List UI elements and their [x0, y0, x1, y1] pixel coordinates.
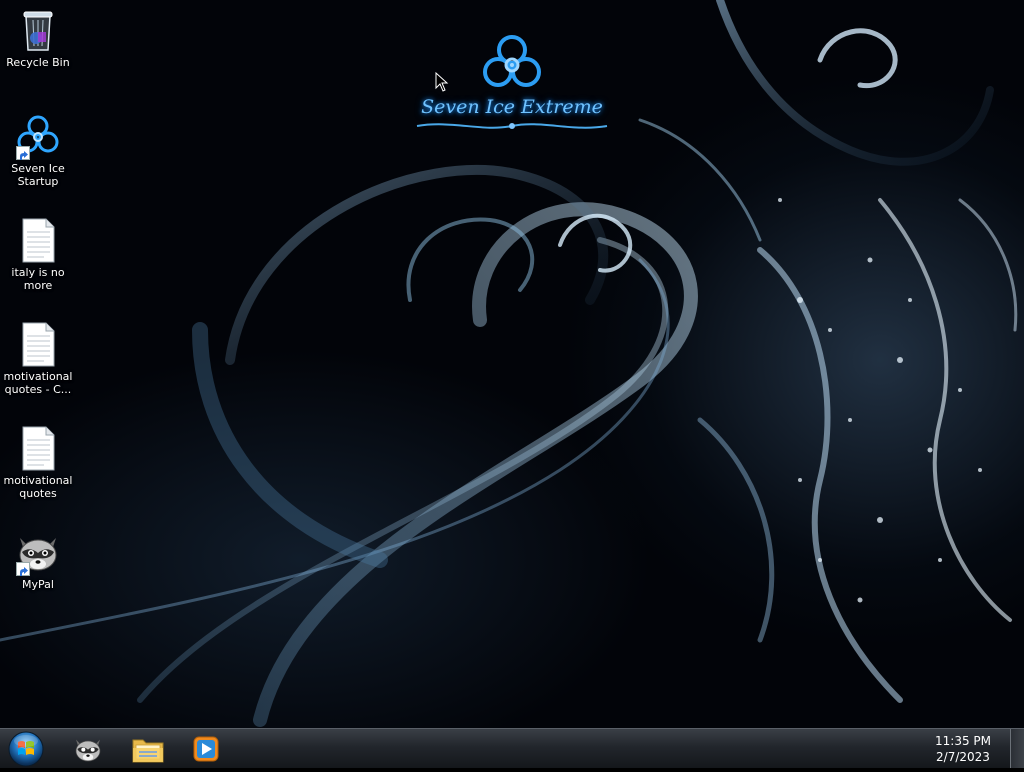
desktop-icon-label: italy is no more — [11, 266, 65, 292]
system-clock[interactable]: 11:35 PM 2/7/2023 — [928, 733, 998, 765]
windows-orb-icon — [8, 731, 44, 767]
ornament-flourish — [416, 123, 608, 129]
brand-text: Seven Ice Extreme — [421, 96, 603, 118]
recycle-bin-icon — [14, 6, 62, 54]
taskbar-pinned-media-player[interactable] — [183, 732, 229, 766]
desktop-icon-label: Recycle Bin — [6, 56, 70, 69]
taskbar-pinned-windows-explorer[interactable] — [125, 732, 171, 766]
folder-icon — [132, 739, 164, 763]
desktop-icon-label: motivational quotes - C... — [3, 370, 73, 396]
desktop-icon-label: motivational quotes — [3, 474, 73, 500]
biohazard-logo-icon — [483, 35, 541, 87]
media-player-icon — [193, 736, 219, 762]
mouse-cursor-icon — [435, 72, 449, 92]
biohazard-icon — [14, 112, 62, 160]
clock-time: 11:35 PM — [935, 734, 991, 748]
show-desktop-button[interactable] — [1010, 729, 1024, 768]
taskbar: 11:35 PM 2/7/2023 — [0, 728, 1024, 768]
taskbar-pinned-mypal[interactable] — [65, 732, 111, 766]
desktop-icon-label: Seven Ice Startup — [11, 162, 65, 188]
desktop-icon-recycle-bin[interactable]: Recycle Bin — [0, 6, 76, 69]
text-document-icon — [14, 424, 62, 472]
shortcut-arrow-icon — [16, 562, 30, 576]
clock-date: 2/7/2023 — [936, 750, 990, 764]
desktop-icon-seven-ice-startup[interactable]: Seven Ice Startup — [0, 112, 76, 188]
desktop[interactable]: Seven Ice Extreme Recycle Bin Seven Ice … — [0, 0, 1024, 728]
desktop-icon-italy-is-no-more[interactable]: italy is no more — [0, 216, 76, 292]
desktop-icon-motivational-quotes[interactable]: motivational quotes — [0, 424, 76, 500]
raccoon-icon — [14, 528, 62, 576]
desktop-icon-label: MyPal — [22, 578, 54, 591]
raccoon-icon — [75, 739, 101, 762]
shortcut-arrow-icon — [16, 146, 30, 160]
desktop-icon-mypal[interactable]: MyPal — [0, 528, 76, 591]
desktop-icon-motivational-quotes-copy[interactable]: motivational quotes - C... — [0, 320, 76, 396]
text-document-icon — [14, 320, 62, 368]
start-button[interactable] — [6, 730, 46, 768]
text-document-icon — [14, 216, 62, 264]
